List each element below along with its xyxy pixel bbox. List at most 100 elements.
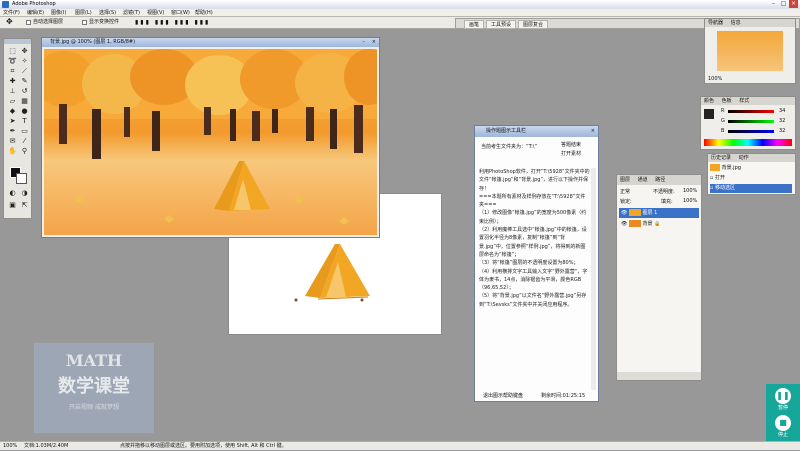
screen-mode-icon[interactable]: ▣ (7, 201, 18, 210)
menu-edit[interactable]: 编辑(E) (27, 9, 44, 17)
tab-navigator[interactable]: 导航器 (705, 20, 726, 26)
color-ramp[interactable] (704, 139, 792, 146)
navigator-zoom[interactable]: 100% (708, 76, 722, 82)
menu-view[interactable]: 视图(V) (147, 9, 164, 17)
blur-tool-icon[interactable]: ◆ (7, 107, 18, 116)
tab-styles[interactable]: 样式 (736, 98, 752, 104)
history-item-label: 移动选区 (714, 185, 735, 191)
g-label: G (721, 118, 725, 124)
jump-to-icon[interactable]: ⇱ (19, 201, 30, 210)
blend-mode-select[interactable]: 正常 (620, 188, 630, 195)
watermark-line3: 开启视频 成就梦想 (69, 404, 119, 411)
doc-minimize-button[interactable]: – (363, 38, 366, 47)
menu-filter[interactable]: 滤镜(T) (123, 9, 140, 17)
background-image-canvas[interactable] (44, 49, 377, 235)
eyedropper-icon[interactable]: ⁄ (19, 137, 30, 146)
zoom-tool-icon[interactable]: ⚲ (19, 147, 30, 156)
layer-row-1[interactable]: 👁 图层 1 (619, 208, 699, 218)
action-panel: 操作题图示工具栏 × 当前考生文件夹为：“T:\” 答题结束 打开素材 利用Ph… (474, 125, 599, 402)
history-brush-icon[interactable]: ↺ (19, 87, 30, 96)
maximize-button[interactable]: □ (779, 0, 788, 8)
fill-value[interactable]: 100% (683, 198, 697, 204)
tab-actions[interactable]: 动作 (736, 155, 752, 161)
move-tool-icon[interactable]: ✥ (19, 47, 30, 56)
move-tool-icon[interactable]: ✥ (6, 18, 13, 26)
b-value[interactable]: 32 (779, 128, 785, 134)
eye-icon[interactable]: 👁 (621, 221, 627, 227)
g-slider[interactable] (728, 120, 774, 123)
layer-row-background[interactable]: 👁 背景 🔒 (619, 219, 699, 229)
minimize-button[interactable]: – (769, 0, 778, 8)
slice-tool-icon[interactable]: ⟋ (19, 67, 30, 76)
opacity-value[interactable]: 100% (683, 188, 697, 194)
brush-tool-icon[interactable]: ✎ (19, 77, 30, 86)
well-tab-brushes[interactable]: 画笔 (464, 20, 485, 29)
tab-swatches[interactable]: 色板 (719, 98, 735, 104)
menu-select[interactable]: 选择(S) (99, 9, 116, 17)
tab-paths[interactable]: 路径 (652, 177, 668, 183)
hand-tool-icon[interactable]: ✋ (7, 147, 18, 156)
g-value[interactable]: 32 (779, 118, 785, 124)
history-item-label: 打开 (714, 175, 725, 181)
tab-info[interactable]: 信息 (728, 20, 744, 26)
magic-wand-icon[interactable]: ✧ (19, 57, 30, 66)
shape-tool-icon[interactable]: ▭ (19, 127, 30, 136)
menu-layer[interactable]: 图层(L) (75, 9, 92, 17)
close-button[interactable]: × (789, 0, 798, 8)
stamp-tool-icon[interactable]: ⊥ (7, 87, 18, 96)
mask-mode-icon[interactable]: ◑ (19, 189, 30, 198)
well-tab-tool-presets[interactable]: 工具预设 (486, 20, 517, 29)
show-transform-checkbox[interactable] (82, 20, 87, 25)
r-value[interactable]: 34 (779, 108, 785, 114)
b-label: B (721, 128, 725, 134)
pause-icon[interactable]: ❚❚ (775, 388, 791, 404)
task-scrollbar[interactable] (591, 168, 596, 390)
menu-window[interactable]: 窗口(W) (171, 9, 190, 17)
pause-label: 暂停 (777, 405, 788, 411)
fg-color-swatch[interactable] (704, 109, 714, 119)
layer-name: 背景 (642, 221, 653, 227)
marquee-tool-icon[interactable]: ⬚ (7, 47, 18, 56)
r-slider[interactable] (728, 110, 774, 113)
align-buttons[interactable]: ▮▮▮ ▮▮▮ ▮▮▮ ▮▮▮ (135, 19, 210, 26)
tab-color[interactable]: 颜色 (701, 98, 717, 104)
quick-mask-icon[interactable]: ◐ (7, 189, 18, 198)
history-item-move[interactable]: ▫ 移动选区 (710, 184, 792, 193)
healing-brush-icon[interactable]: ✚ (7, 77, 18, 86)
crop-tool-icon[interactable]: ⌗ (7, 67, 18, 76)
well-tab-layer-comps[interactable]: 图层复合 (518, 20, 549, 29)
stop-icon[interactable]: ■ (775, 415, 791, 431)
eraser-tool-icon[interactable]: ▱ (7, 97, 18, 106)
doc-title-bar[interactable]: 背景.jpg @ 100% (图层 1, RGB/8#) – × (42, 38, 379, 47)
lasso-tool-icon[interactable]: ➰ (7, 57, 18, 66)
notes-tool-icon[interactable]: ✉ (7, 137, 18, 146)
auto-select-checkbox[interactable] (26, 20, 31, 25)
menu-image[interactable]: 图像(I) (51, 9, 66, 17)
pen-tool-icon[interactable]: ✒ (7, 127, 18, 136)
gradient-tool-icon[interactable]: ▦ (19, 97, 30, 106)
background-color-swatch[interactable] (16, 173, 27, 184)
history-snapshot[interactable]: 背景.jpg (710, 164, 792, 173)
navigator-thumbnail[interactable] (717, 31, 783, 71)
opacity-label: 不透明度: (653, 189, 675, 195)
show-transform-label: 显示变换控件 (89, 19, 120, 25)
dodge-tool-icon[interactable]: ● (19, 107, 30, 116)
text-tool-icon[interactable]: T (19, 117, 30, 126)
finish-button[interactable]: 答题结束 (561, 141, 581, 148)
tab-layers[interactable]: 图层 (617, 177, 633, 183)
action-panel-close-button[interactable]: × (591, 126, 595, 137)
layers-footer (617, 372, 701, 380)
b-slider[interactable] (728, 130, 774, 133)
menu-help[interactable]: 帮助(H) (195, 9, 213, 17)
menu-file[interactable]: 文件(F) (3, 9, 20, 17)
open-materials-button[interactable]: 打开素材 (561, 150, 581, 157)
snapshot-thumbnail (710, 164, 720, 171)
exit-help-link[interactable]: 退出图示帮助键盘 (483, 392, 523, 399)
tab-history[interactable]: 历史记录 (708, 155, 734, 161)
action-panel-title-bar[interactable]: 操作题图示工具栏 × (475, 126, 598, 137)
doc-close-button[interactable]: × (372, 38, 376, 47)
history-item-open[interactable]: ▫ 打开 (710, 174, 792, 183)
eye-icon[interactable]: 👁 (621, 210, 627, 216)
tab-channels[interactable]: 通道 (635, 177, 651, 183)
path-select-icon[interactable]: ➤ (7, 117, 18, 126)
